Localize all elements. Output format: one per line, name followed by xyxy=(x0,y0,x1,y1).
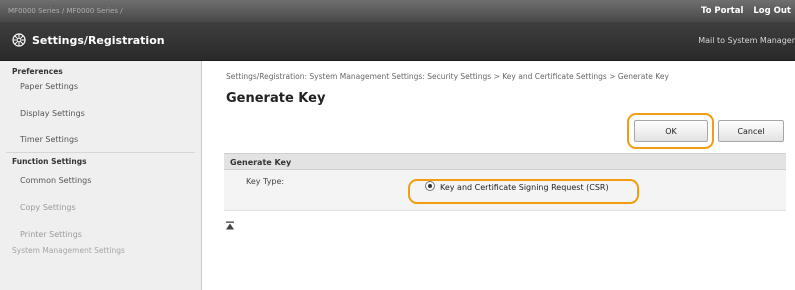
header-title: Settings/Registration xyxy=(32,34,165,47)
sidebar-item-timer-settings[interactable]: Timer Settings xyxy=(0,135,201,144)
key-type-label: Key Type: xyxy=(246,177,285,186)
sidebar-item-printer-settings[interactable]: Printer Settings xyxy=(0,230,201,239)
sidebar-section-preferences: Preferences xyxy=(12,67,63,76)
sidebar-item-display-settings[interactable]: Display Settings xyxy=(0,109,201,118)
settings-gear-icon xyxy=(12,33,26,47)
sidebar: Preferences Paper Settings Display Setti… xyxy=(0,61,202,290)
section-header-generate-key: Generate Key xyxy=(224,153,786,170)
page-title: Generate Key xyxy=(226,91,326,106)
log-out-link[interactable]: Log Out xyxy=(753,6,791,16)
title-bar: Settings/Registration Mail to System Man… xyxy=(0,22,795,61)
sidebar-item-paper-settings[interactable]: Paper Settings xyxy=(0,82,201,91)
page-header: Settings/Registration xyxy=(12,22,165,60)
cancel-button[interactable]: Cancel xyxy=(718,120,784,142)
sidebar-section-function-settings: Function Settings xyxy=(12,157,87,166)
sidebar-item-copy-settings[interactable]: Copy Settings xyxy=(0,203,201,212)
sidebar-item-common-settings[interactable]: Common Settings xyxy=(0,176,201,185)
top-links: To Portal Log Out xyxy=(694,0,791,22)
csr-option-highlight-ring xyxy=(408,179,639,204)
top-bar: MF0000 Series / MF0000 Series / To Porta… xyxy=(0,0,795,22)
breadcrumb: Settings/Registration: System Management… xyxy=(226,72,669,81)
ok-highlight-ring xyxy=(627,113,714,149)
device-model-text: MF0000 Series / MF0000 Series / xyxy=(8,7,123,15)
main-content: Settings/Registration: System Management… xyxy=(202,61,795,290)
back-to-top-icon[interactable] xyxy=(225,221,235,231)
sidebar-section-system-management[interactable]: System Management Settings xyxy=(0,246,201,255)
to-portal-link[interactable]: To Portal xyxy=(701,6,743,16)
mail-to-system-manager-link[interactable]: Mail to System Manager xyxy=(698,22,795,60)
